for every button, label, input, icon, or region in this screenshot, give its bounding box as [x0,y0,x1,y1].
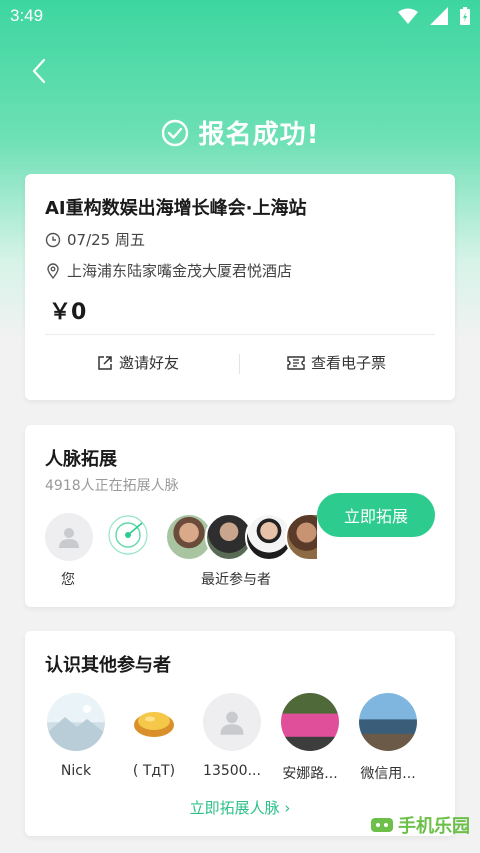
participant-name: 13500... [203,763,261,779]
signal-icon [430,7,448,25]
event-location: 上海浦东陆家嘴金茂大厦君悦酒店 [67,262,293,280]
my-avatar [45,513,93,561]
event-date: 07/25 周五 [67,231,145,249]
participant-avatar [47,693,105,751]
participant-name: 安娜路... [282,766,338,782]
success-header: 报名成功! [0,114,480,151]
participant-avatar [281,693,339,751]
participants-list: Nick ( TдT) 13500... 安娜路... 微信用... [45,693,435,793]
other-participants-title: 认识其他参与者 [45,655,171,676]
participant-name: Nick [60,763,92,779]
view-ticket-button[interactable]: 查看电子票 [287,352,386,373]
ticket-icon [287,355,305,370]
wifi-icon [398,8,418,24]
event-card: AI重构数娱出海增长峰会·上海站 07/25 周五 上海浦东陆家嘴金茂大厦君悦酒… [25,174,455,400]
network-title: 人脉拓展 [45,449,117,470]
status-icons [398,7,470,25]
radar-icon [108,515,148,555]
my-label: 您 [61,572,75,588]
participant-item[interactable]: 安娜路... [279,693,341,783]
watermark-logo-icon [371,818,393,832]
status-time: 3:49 [10,6,44,25]
back-button[interactable] [28,56,52,86]
participant-item[interactable]: ( TдT) [123,693,185,779]
action-divider [239,354,240,374]
participant-avatar [359,693,417,751]
battery-icon [460,7,470,25]
event-title: AI重构数娱出海增长峰会·上海站 [45,198,307,219]
expand-now-button[interactable]: 立即拓展 [317,493,435,537]
egg-tart-icon [134,712,174,737]
participant-item[interactable]: 13500... [201,693,263,779]
landscape-image-icon [47,705,105,751]
check-circle-icon [161,119,188,146]
recent-participant-avatar [285,513,319,561]
watermark-text: 手机乐园 [398,816,470,837]
card-divider [45,334,435,335]
event-location-row: 上海浦东陆家嘴金茂大厦君悦酒店 [45,260,292,281]
success-text: 报名成功! [198,120,320,150]
view-ticket-label: 查看电子票 [311,354,387,372]
user-placeholder-icon [220,711,244,735]
participant-name: ( TдT) [132,763,176,779]
event-price: ￥0 [49,300,87,325]
invite-friends-label: 邀请好友 [119,354,180,372]
participant-item[interactable]: Nick [45,693,107,779]
status-bar: 3:49 [0,0,480,34]
network-subtitle: 4918人正在拓展人脉 [45,478,179,494]
event-date-row: 07/25 周五 [45,229,145,250]
other-participants-card: 认识其他参与者 Nick ( TдT) 13500... 安娜路... 微信用.… [25,631,455,836]
watermark: 手机乐园 [370,812,470,838]
user-placeholder-icon [59,528,79,548]
network-card: 人脉拓展 4918人正在拓展人脉 您 最近参与者 立即拓展 [25,425,455,607]
share-icon [98,355,112,370]
recent-participants-label: 最近参与者 [201,572,271,588]
invite-friends-button[interactable]: 邀请好友 [97,352,179,373]
location-pin-icon [47,262,59,279]
participant-item[interactable]: 微信用... [357,693,419,783]
clock-icon [45,232,61,247]
chevron-left-icon [32,58,46,84]
participant-avatar [125,693,183,751]
participant-avatar [203,693,261,751]
participant-name: 微信用... [360,766,416,782]
